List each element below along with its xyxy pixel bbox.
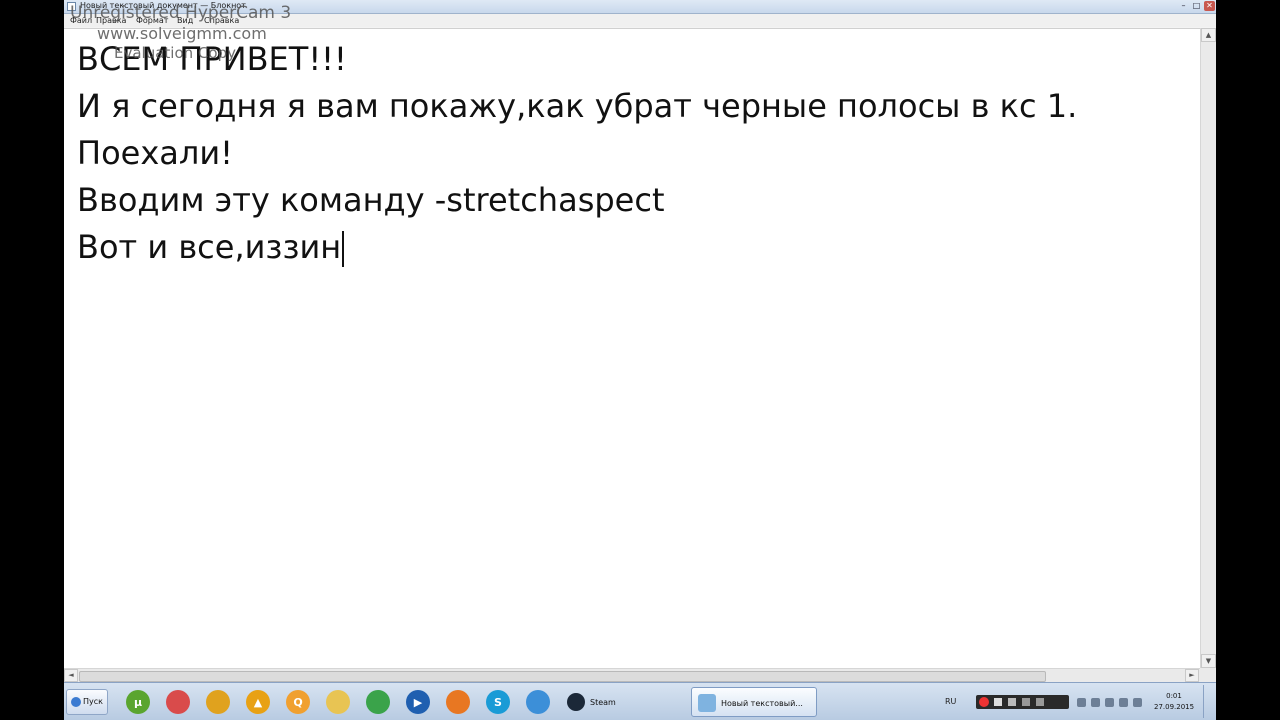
pause-icon[interactable] xyxy=(1008,698,1016,706)
watermark-line-3: Evaluation Copy xyxy=(114,44,236,62)
media-icon[interactable]: ▶ xyxy=(406,690,430,714)
show-desktop-button[interactable] xyxy=(1203,685,1215,718)
text-line-4: Вводим эту команду -stretchaspect xyxy=(77,181,665,219)
windows-logo-icon xyxy=(71,697,81,707)
notepad-task-icon xyxy=(698,694,716,712)
watermark-line-1: Unregistered HyperCam 3 xyxy=(70,3,292,23)
tray-network-icon[interactable] xyxy=(1105,698,1114,707)
scroll-left-icon[interactable]: ◄ xyxy=(64,669,78,682)
explorer-icon[interactable] xyxy=(326,690,350,714)
start-label: Пуск xyxy=(83,697,103,706)
scroll-up-icon[interactable]: ▲ xyxy=(1201,28,1216,42)
text-line-2: И я сегодня я вам покажу,как убрат черны… xyxy=(77,87,1078,125)
clock-date[interactable]: 27.09.2015 xyxy=(1154,703,1194,711)
globe-icon[interactable] xyxy=(526,690,550,714)
aimp-icon[interactable]: ▲ xyxy=(246,690,270,714)
desktop-screen: Новый текстовый документ — Блокнот – □ ✕… xyxy=(64,0,1216,720)
pen-icon[interactable] xyxy=(1022,698,1030,706)
firefox-icon[interactable] xyxy=(446,690,470,714)
text-line-3: Поехали! xyxy=(77,134,233,172)
tray-chevron-icon[interactable] xyxy=(1077,698,1086,707)
watermark-line-2: www.solveigmm.com xyxy=(97,24,267,43)
record-icon[interactable] xyxy=(979,697,989,707)
stop-icon[interactable] xyxy=(994,698,1002,706)
utorrent-icon[interactable]: µ xyxy=(126,690,150,714)
recorder-controls[interactable] xyxy=(976,695,1069,709)
taskbar-task-steam[interactable]: Steam xyxy=(561,687,684,717)
horizontal-scrollbar[interactable]: ◄ ► xyxy=(64,668,1200,682)
task-label-steam: Steam xyxy=(590,698,616,707)
tray-flag-icon[interactable] xyxy=(1091,698,1100,707)
minimize-button[interactable]: – xyxy=(1178,1,1189,11)
skype-icon[interactable]: S xyxy=(486,690,510,714)
resize-grip[interactable] xyxy=(1200,668,1216,682)
clock-time[interactable]: 0:01 xyxy=(1154,692,1194,700)
folder-icon[interactable] xyxy=(166,690,190,714)
chrome-icon[interactable] xyxy=(206,690,230,714)
language-indicator[interactable]: RU xyxy=(945,697,956,706)
steam-icon xyxy=(567,693,585,711)
close-button[interactable]: ✕ xyxy=(1204,1,1215,11)
taskbar: Пуск µ ▲ Q ▶ S Steam Новый текстовый... RU 0… xyxy=(64,682,1216,720)
scroll-down-icon[interactable]: ▼ xyxy=(1201,654,1216,668)
text-editor[interactable]: ВСЕМ ПРИВЕТ!!! И я сегодня я вам покажу,… xyxy=(64,28,1200,669)
maximize-button[interactable]: □ xyxy=(1191,1,1202,11)
vertical-scrollbar[interactable]: ▲ ▼ xyxy=(1200,28,1216,668)
text-line-5: Вот и все,иззин xyxy=(77,227,345,267)
chrome-2-icon[interactable] xyxy=(366,690,390,714)
text-line-5-content: Вот и все,иззин xyxy=(77,228,342,266)
settings-icon[interactable] xyxy=(1036,698,1044,706)
horizontal-scroll-thumb[interactable] xyxy=(79,671,1046,682)
tray-volume-icon[interactable] xyxy=(1133,698,1142,707)
search-app-icon[interactable]: Q xyxy=(286,690,310,714)
start-button[interactable]: Пуск xyxy=(66,689,108,715)
text-caret xyxy=(342,231,345,267)
taskbar-task-notepad[interactable]: Новый текстовый... xyxy=(691,687,817,717)
scroll-right-icon[interactable]: ► xyxy=(1185,669,1199,682)
tray-display-icon[interactable] xyxy=(1119,698,1128,707)
task-label-notepad: Новый текстовый... xyxy=(721,699,803,708)
